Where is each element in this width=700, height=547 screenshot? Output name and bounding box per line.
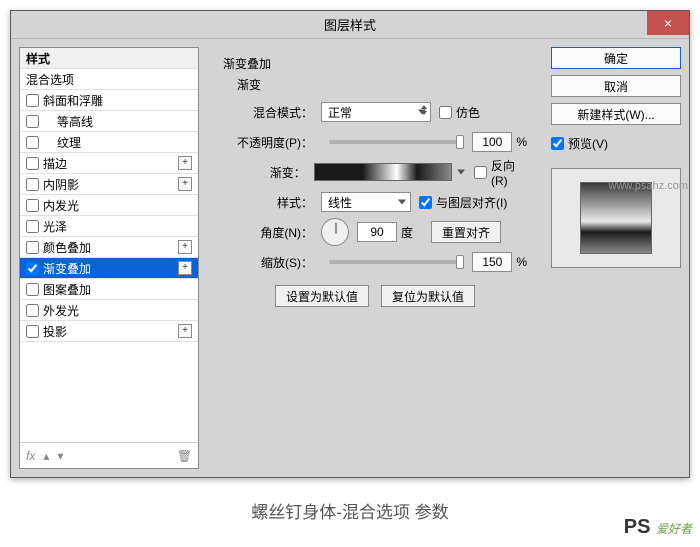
watermark-logo: PS 爱好者 xyxy=(624,513,692,539)
set-default-button[interactable]: 设置为默认值 xyxy=(275,285,369,307)
dialog-title: 图层样式 xyxy=(324,15,376,34)
align-checkbox[interactable]: 与图层对齐(I) xyxy=(419,194,507,211)
style-checkbox[interactable] xyxy=(26,283,39,296)
ok-button[interactable]: 确定 xyxy=(551,47,681,69)
style-label: 光泽 xyxy=(43,218,67,235)
plus-icon[interactable]: + xyxy=(178,324,192,338)
close-button[interactable]: × xyxy=(647,11,689,35)
blend-mode-select[interactable]: 正常 xyxy=(321,102,431,122)
style-checkbox[interactable] xyxy=(26,178,39,191)
plus-icon[interactable]: + xyxy=(178,177,192,191)
style-row-2[interactable]: 纹理 xyxy=(20,132,198,153)
angle-dial[interactable] xyxy=(321,218,349,246)
gradient-label: 渐变： xyxy=(223,164,306,181)
style-label: 外发光 xyxy=(43,302,79,319)
preview-checkbox[interactable]: 预览(V) xyxy=(551,135,681,152)
opacity-label: 不透明度(P)： xyxy=(223,134,313,151)
reverse-checkbox[interactable]: 反向(R) xyxy=(474,157,527,188)
gradient-picker[interactable] xyxy=(314,163,452,181)
style-checkbox[interactable] xyxy=(26,220,39,233)
style-checkbox[interactable] xyxy=(26,136,39,149)
styles-footer: fx ▴ ▾ 🗑 xyxy=(20,442,198,468)
style-row-6[interactable]: 光泽 xyxy=(20,216,198,237)
caption: 螺丝钉身体-混合选项 参数 xyxy=(10,498,690,523)
style-row-10[interactable]: 外发光 xyxy=(20,300,198,321)
reset-default-button[interactable]: 复位为默认值 xyxy=(381,285,475,307)
style-checkbox[interactable] xyxy=(26,304,39,317)
scale-input[interactable] xyxy=(472,252,512,272)
style-label: 图案叠加 xyxy=(43,281,91,298)
blending-options-row[interactable]: 混合选项 xyxy=(20,69,198,90)
style-select[interactable]: 线性 xyxy=(321,192,411,212)
scale-label: 缩放(S)： xyxy=(223,254,313,271)
sub-title: 渐变 xyxy=(237,76,527,93)
plus-icon[interactable]: + xyxy=(178,261,192,275)
style-row-11[interactable]: 投影 + xyxy=(20,321,198,342)
reset-align-button[interactable]: 重置对齐 xyxy=(431,221,501,243)
style-label: 描边 xyxy=(43,155,67,172)
style-label: 渐变叠加 xyxy=(43,260,91,277)
style-row-5[interactable]: 内发光 xyxy=(20,195,198,216)
right-panel: 确定 取消 新建样式(W)... 预览(V) xyxy=(551,47,681,469)
style-row-7[interactable]: 颜色叠加 + xyxy=(20,237,198,258)
new-style-button[interactable]: 新建样式(W)... xyxy=(551,103,681,125)
opacity-slider[interactable] xyxy=(329,140,464,144)
dither-checkbox[interactable]: 仿色 xyxy=(439,104,480,121)
style-label: 内发光 xyxy=(43,197,79,214)
style-row-0[interactable]: 斜面和浮雕 xyxy=(20,90,198,111)
style-checkbox[interactable] xyxy=(26,115,39,128)
style-row-3[interactable]: 描边 + xyxy=(20,153,198,174)
style-label: 斜面和浮雕 xyxy=(43,92,103,109)
fx-menu-icon[interactable]: fx xyxy=(26,449,35,463)
styles-header[interactable]: 样式 xyxy=(20,48,198,69)
style-label: 颜色叠加 xyxy=(43,239,91,256)
style-row-8[interactable]: 渐变叠加 + xyxy=(20,258,198,279)
style-checkbox[interactable] xyxy=(26,241,39,254)
style-row-4[interactable]: 内阴影 + xyxy=(20,174,198,195)
plus-icon[interactable]: + xyxy=(178,156,192,170)
styles-panel: 样式 混合选项 斜面和浮雕等高线纹理描边 + 内阴影 + 内发光光泽颜色叠加 + 渐变叠加 +… xyxy=(19,47,199,469)
style-checkbox[interactable] xyxy=(26,325,39,338)
titlebar[interactable]: 图层样式 × xyxy=(11,11,689,39)
style-row-1[interactable]: 等高线 xyxy=(20,111,198,132)
style-label: 等高线 xyxy=(57,113,93,130)
style-checkbox[interactable] xyxy=(26,94,39,107)
angle-label: 角度(N)： xyxy=(223,224,313,241)
style-checkbox[interactable] xyxy=(26,262,39,275)
opacity-input[interactable] xyxy=(472,132,512,152)
layer-style-dialog: 图层样式 × 样式 混合选项 斜面和浮雕等高线纹理描边 + 内阴影 + 内发光光泽颜色叠… xyxy=(10,10,690,478)
watermark-url: www.psahz.com xyxy=(609,180,688,192)
style-label: 投影 xyxy=(43,323,67,340)
style-label: 内阴影 xyxy=(43,176,79,193)
style-label: 样式： xyxy=(223,194,313,211)
options-panel: 渐变叠加 渐变 混合模式： 正常 仿色 不透明度(P)： % 渐变： 反向(R)… xyxy=(207,47,543,469)
style-checkbox[interactable] xyxy=(26,199,39,212)
section-title: 渐变叠加 xyxy=(223,55,527,72)
style-checkbox[interactable] xyxy=(26,157,39,170)
style-row-9[interactable]: 图案叠加 xyxy=(20,279,198,300)
styles-list: 样式 混合选项 斜面和浮雕等高线纹理描边 + 内阴影 + 内发光光泽颜色叠加 + 渐变叠加 +… xyxy=(20,48,198,442)
scale-slider[interactable] xyxy=(329,260,464,264)
trash-icon[interactable]: 🗑 xyxy=(177,449,192,463)
cancel-button[interactable]: 取消 xyxy=(551,75,681,97)
preview-swatch xyxy=(580,182,652,254)
style-label: 纹理 xyxy=(57,134,81,151)
plus-icon[interactable]: + xyxy=(178,240,192,254)
arrow-up-icon: ▴ xyxy=(43,449,49,463)
arrow-down-icon: ▾ xyxy=(57,449,63,463)
blend-mode-label: 混合模式： xyxy=(223,104,313,121)
angle-input[interactable] xyxy=(357,222,397,242)
